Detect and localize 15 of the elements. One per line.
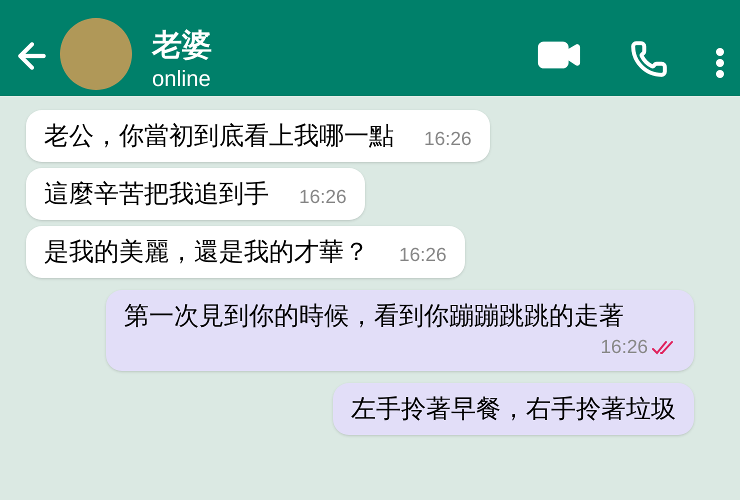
message-text: 左手拎著早餐，右手拎著垃圾 (351, 394, 676, 424)
contact-status: online (152, 64, 212, 92)
voice-call-button[interactable] (630, 40, 668, 78)
message-time: 16:26 (399, 244, 447, 268)
message-text: 第一次見到你的時候，看到你蹦蹦跳跳的走著 (124, 301, 624, 332)
contact-name: 老婆 (152, 28, 213, 64)
menu-icon (716, 48, 724, 78)
message-text: 這麼辛苦把我追到手 (44, 179, 269, 210)
menu-button[interactable] (716, 48, 724, 78)
message-text: 老公，你當初到底看上我哪一點 (44, 121, 394, 152)
phone-icon (630, 40, 668, 78)
message-time: 16:26 (299, 186, 347, 210)
message-time: 16:26 (424, 128, 472, 152)
message-text: 是我的美麗，還是我的才華？ (44, 237, 369, 268)
message-time: 16:26 (600, 336, 648, 360)
